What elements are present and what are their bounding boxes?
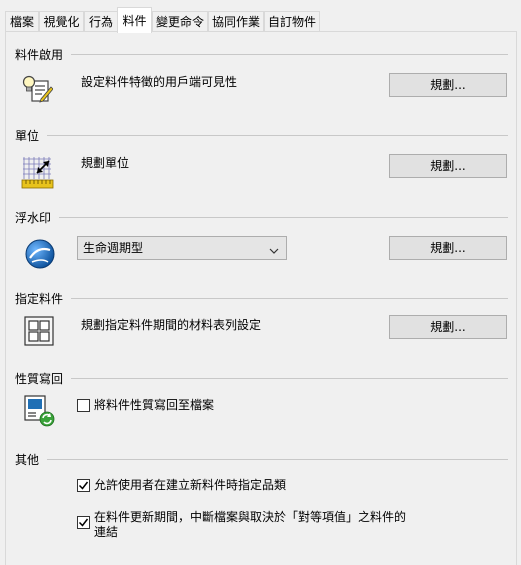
section-divider xyxy=(59,217,508,218)
section-divider xyxy=(47,135,508,136)
break-link-label: 在料件更新期間，中斷檔案與取決於「對等項值」之料件的連結 xyxy=(94,510,407,539)
item-enable-configure-button[interactable]: 規劃... xyxy=(389,73,507,97)
tab-behavior[interactable]: 行為 xyxy=(84,11,118,32)
tab-file[interactable]: 檔案 xyxy=(5,11,39,32)
allow-category-checkbox[interactable] xyxy=(77,479,90,492)
section-title: 浮水印 xyxy=(15,211,52,225)
tab-items[interactable]: 料件 xyxy=(117,7,152,33)
property-sync-icon xyxy=(24,395,56,427)
check-icon xyxy=(78,518,89,527)
break-link-checkbox[interactable] xyxy=(77,516,90,529)
section-assign-items: 指定料件 xyxy=(15,290,508,307)
section-divider xyxy=(71,298,508,299)
section-divider xyxy=(71,378,508,379)
check-icon xyxy=(78,481,89,490)
section-other: 其他 xyxy=(15,451,508,468)
section-watermark: 浮水印 xyxy=(15,209,508,226)
property-writeback-option[interactable]: 將料件性質寫回至檔案 xyxy=(77,398,214,413)
tab-custom-objects[interactable]: 自訂物件 xyxy=(264,11,320,32)
section-divider xyxy=(47,459,508,460)
property-writeback-label: 將料件性質寫回至檔案 xyxy=(94,398,215,412)
section-title: 料件啟用 xyxy=(15,48,64,62)
break-link-option[interactable]: 在料件更新期間，中斷檔案與取決於「對等項值」之料件的連結 xyxy=(77,510,417,540)
watermark-select[interactable]: 生命週期型 xyxy=(77,236,287,260)
watermark-select-value: 生命週期型 xyxy=(83,241,144,255)
property-writeback-checkbox[interactable] xyxy=(77,399,90,412)
section-item-enable: 料件啟用 xyxy=(15,46,508,63)
section-title: 性質寫回 xyxy=(15,372,64,386)
tab-visualization[interactable]: 視覺化 xyxy=(39,11,84,32)
section-divider xyxy=(71,54,508,55)
globe-icon xyxy=(24,238,56,270)
lightbulb-pencil-icon xyxy=(21,73,54,105)
chevron-down-icon xyxy=(268,242,280,254)
tab-bar: 檔案 視覺化 行為 料件 變更命令 協同作業 自訂物件 xyxy=(0,0,521,33)
allow-category-option[interactable]: 允許使用者在建立新料件時指定品類 xyxy=(77,478,286,493)
ruler-grid-icon xyxy=(21,155,54,189)
allow-category-label: 允許使用者在建立新料件時指定品類 xyxy=(94,478,287,492)
assign-items-configure-button[interactable]: 規劃... xyxy=(389,315,507,339)
units-description: 規劃單位 xyxy=(81,156,130,170)
section-title: 其他 xyxy=(15,453,40,467)
units-configure-button[interactable]: 規劃... xyxy=(389,154,507,178)
watermark-configure-button[interactable]: 規劃... xyxy=(389,236,507,260)
assign-items-description: 規劃指定料件期間的材料表列設定 xyxy=(81,318,262,332)
item-enable-description: 設定料件特徵的用戶端可見性 xyxy=(81,75,238,89)
grid-tiles-icon xyxy=(24,316,56,348)
section-units: 單位 xyxy=(15,127,508,144)
section-title: 單位 xyxy=(15,129,40,143)
tab-change-orders[interactable]: 變更命令 xyxy=(152,11,208,32)
tab-collaboration[interactable]: 協同作業 xyxy=(208,11,264,32)
section-property-writeback: 性質寫回 xyxy=(15,370,508,387)
section-title: 指定料件 xyxy=(15,292,64,306)
